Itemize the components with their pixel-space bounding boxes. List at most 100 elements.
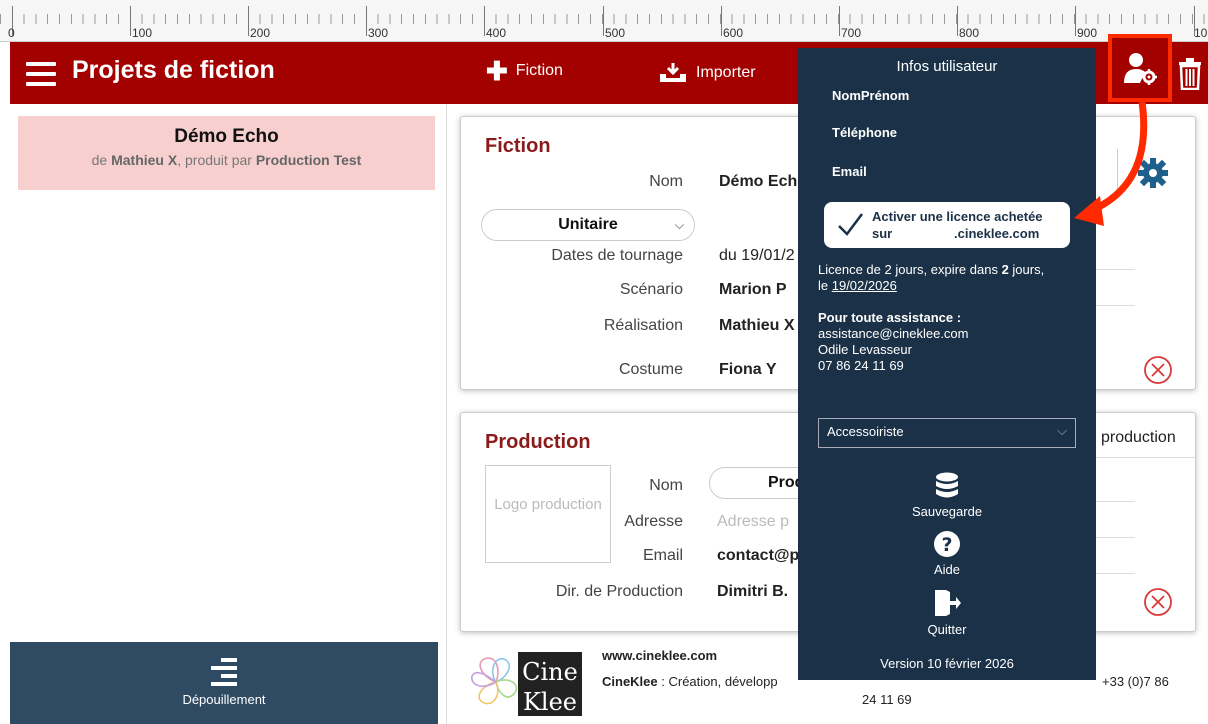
cineklee-logo: Cine Klee <box>471 652 582 716</box>
checkmark-icon <box>838 213 863 236</box>
import-label: Importer <box>696 64 756 81</box>
footer-phone-end: 24 11 69 <box>862 692 912 707</box>
license-date[interactable]: 19/02/2026 <box>832 278 897 293</box>
ruler-label: 0 <box>8 26 15 40</box>
field-underline <box>1095 269 1135 270</box>
add-fiction-label: Fiction <box>515 62 563 79</box>
depouillement-nav-button[interactable]: Dépouillement <box>10 642 438 724</box>
dir-production-value[interactable]: Dimitri B. <box>717 583 788 601</box>
license-line-1: Activer une licence achetée <box>872 209 1043 224</box>
project-director: Mathieu X <box>111 152 178 168</box>
hamburger-menu-icon[interactable] <box>26 62 56 88</box>
ruler-tick <box>1075 6 1076 36</box>
support-info: Pour toute assistance : assistance@cinek… <box>818 310 968 374</box>
ruler-label: 200 <box>250 26 271 40</box>
dir-production-label: Dir. de Production <box>555 583 683 600</box>
field-underline <box>1095 501 1135 502</box>
support-email[interactable]: assistance@cineklee.com <box>818 326 968 341</box>
license-line-2b: .cineklee.com <box>954 226 1040 241</box>
question-circle-icon: ? <box>934 531 960 557</box>
svg-text:?: ? <box>941 534 952 556</box>
production-side-label: production <box>1101 429 1176 446</box>
footer-desc: : Création, développ <box>657 674 778 689</box>
page-title: Projets de fiction <box>72 56 275 84</box>
project-subtitle-mid: , produit par <box>177 152 256 168</box>
costume-value[interactable]: Fiona Y <box>719 361 777 379</box>
ruler-label: 700 <box>841 26 862 40</box>
help-label: Aide <box>933 562 961 577</box>
version-label: Version 10 février 2026 <box>880 656 1014 671</box>
support-name: Odile Levasseur <box>818 342 912 357</box>
user-info-dropdown: Infos utilisateur NomPrénom Téléphone Em… <box>798 48 1096 680</box>
realisation-value[interactable]: Mathieu X <box>719 317 795 335</box>
production-name-label: Nom <box>649 477 683 494</box>
license-days: 2 <box>1001 262 1009 277</box>
ruler-tick <box>130 6 131 36</box>
user-info-title: Infos utilisateur <box>896 58 998 75</box>
footer-url[interactable]: www.cineklee.com <box>602 648 717 663</box>
project-subtitle-prefix: de <box>91 152 112 168</box>
production-card-title: Production <box>485 431 591 453</box>
license-info-post: jours, <box>1008 262 1045 277</box>
scenario-value[interactable]: Marion P <box>719 281 787 299</box>
list-align-icon <box>211 658 237 686</box>
remove-circle-icon[interactable] <box>1143 587 1173 617</box>
fiction-name-label: Nom <box>649 173 683 190</box>
ruler-label: 400 <box>486 26 507 40</box>
save-button[interactable]: Sauvegarde <box>798 472 1096 519</box>
fiction-card-title: Fiction <box>485 135 551 157</box>
import-icon <box>660 63 686 82</box>
dates-value[interactable]: du 19/01/2 <box>719 247 795 265</box>
ruler-tick <box>484 6 485 36</box>
add-fiction-button[interactable]: ✚ Fiction <box>486 56 563 86</box>
email-label: Email <box>642 547 683 564</box>
user-phone-field[interactable]: Téléphone <box>832 125 897 140</box>
quit-button[interactable]: Quitter <box>798 588 1096 637</box>
ruler: 0 100 200 300 400 500 600 700 800 900 10 <box>0 0 1208 42</box>
logo-text-top: Cine <box>522 658 578 686</box>
exit-door-icon <box>935 590 961 616</box>
activate-license-button[interactable]: Activer une licence achetée sur .cinekle… <box>824 202 1070 248</box>
remove-circle-icon[interactable] <box>1143 355 1173 385</box>
scenario-label: Scénario <box>619 281 683 298</box>
dates-label: Dates de tournage <box>551 247 683 264</box>
ruler-label: 600 <box>723 26 744 40</box>
role-value: Accessoiriste <box>827 424 904 439</box>
license-line-2a: sur <box>872 226 893 241</box>
project-list-item[interactable]: Démo Echo de Mathieu X, produit par Prod… <box>18 116 435 190</box>
import-button[interactable]: Importer <box>658 62 756 84</box>
ruler-tick <box>839 6 840 36</box>
role-select[interactable]: Accessoiriste ⌵ <box>818 418 1076 448</box>
trash-icon[interactable] <box>1178 58 1202 90</box>
ruler-tick <box>721 6 722 36</box>
license-info-pre: Licence de 2 jours, expire dans <box>818 262 1002 277</box>
ruler-tick <box>603 6 604 36</box>
ruler-label: 800 <box>959 26 980 40</box>
ruler-label: 500 <box>605 26 626 40</box>
field-underline <box>1095 457 1195 458</box>
address-input[interactable]: Adresse p <box>717 513 789 531</box>
annotation-arrow-icon <box>1074 101 1148 226</box>
plus-icon: ✚ <box>486 56 508 86</box>
fiction-type-select[interactable]: Unitaire ⌵ <box>481 209 695 241</box>
fiction-name-value[interactable]: Démo Ech <box>719 173 797 191</box>
footer-brand: CineKlee <box>602 674 658 689</box>
ruler-label: 300 <box>368 26 389 40</box>
project-subtitle: de Mathieu X, produit par Production Tes… <box>18 152 435 168</box>
user-email-field[interactable]: Email <box>832 164 867 179</box>
help-button[interactable]: ? Aide <box>798 530 1096 577</box>
save-label: Sauvegarde <box>911 504 983 519</box>
depouillement-label: Dépouillement <box>182 692 266 707</box>
support-phone: 07 86 24 11 69 <box>818 358 904 373</box>
ruler-label: 900 <box>1077 26 1098 40</box>
email-value[interactable]: contact@p <box>717 547 799 565</box>
chevron-down-icon: ⌵ <box>1057 423 1067 438</box>
ruler-label: 100 <box>132 26 153 40</box>
field-underline <box>1095 537 1135 538</box>
ruler-tick <box>957 6 958 36</box>
user-name-field[interactable]: NomPrénom <box>832 88 909 103</box>
app-window: 0 100 200 300 400 500 600 700 800 900 10… <box>0 0 1208 724</box>
ruler-label: 10 <box>1194 26 1208 40</box>
user-settings-button[interactable] <box>1108 34 1172 102</box>
address-label: Adresse <box>624 513 683 530</box>
